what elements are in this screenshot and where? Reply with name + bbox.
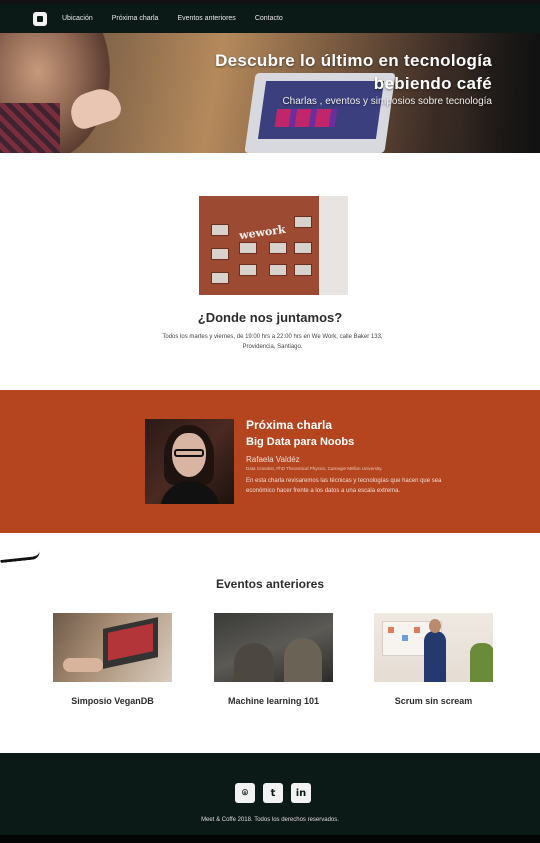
building-window — [239, 264, 257, 276]
sticky-note — [388, 627, 394, 633]
speaker-photo — [145, 419, 234, 504]
pen-mark — [0, 550, 41, 564]
building-window — [211, 224, 229, 236]
next-talk-title: Big Data para Noobs — [246, 436, 355, 448]
nav-link-proxima-charla[interactable]: Próxima charla — [112, 15, 159, 22]
hero-subtitle: Charlas , eventos y simposios sobre tecn… — [282, 96, 492, 107]
event-person-image — [470, 643, 493, 682]
event-person-image — [284, 638, 322, 682]
footer: ⌾ t in Meet & Coffe 2018. Todos los dere… — [0, 753, 540, 843]
event-laptop-image — [103, 617, 158, 669]
event-card[interactable]: Machine learning 101 — [214, 613, 333, 706]
building-window — [294, 264, 312, 276]
event-hand-image — [63, 658, 103, 672]
building-window — [211, 248, 229, 260]
event-image — [374, 613, 493, 682]
event-image — [53, 613, 172, 682]
event-card[interactable]: Simposio VeganDB — [53, 613, 172, 706]
building-window — [269, 264, 287, 276]
linkedin-icon[interactable]: in — [291, 783, 311, 803]
location-image: wework — [199, 196, 348, 295]
location-title: ¿Donde nos juntamos? — [197, 310, 343, 325]
building-window — [269, 242, 287, 254]
building-window — [211, 272, 229, 284]
location-text: Todos los martes y viernes, de 19:00 hrs… — [162, 334, 383, 350]
speaker-body — [160, 481, 220, 504]
event-image — [214, 613, 333, 682]
hero-title: Descubre lo último en tecnología bebiend… — [215, 51, 492, 93]
event-title[interactable]: Machine learning 101 — [214, 696, 333, 706]
social-links: ⌾ t in — [235, 783, 319, 803]
hero-shirt-image — [0, 103, 60, 153]
event-title[interactable]: Scrum sin scream — [374, 696, 493, 706]
twitter-glyph: t — [270, 787, 276, 799]
event-person-image — [234, 643, 274, 682]
coffee-cup-icon[interactable] — [33, 11, 47, 26]
nav-links: Ubicación Próxima charla Eventos anterio… — [62, 15, 302, 22]
speaker-glasses — [174, 449, 204, 457]
linkedin-glyph: in — [295, 787, 307, 799]
next-talk-section: Próxima charla Big Data para Noobs Rafae… — [0, 390, 540, 533]
event-person-image — [424, 619, 446, 682]
github-glyph: ⌾ — [242, 787, 248, 799]
building-window — [294, 216, 312, 228]
event-card[interactable]: Scrum sin scream — [374, 613, 493, 706]
sticky-note — [414, 627, 420, 633]
next-talk-label: Próxima charla — [246, 418, 333, 432]
nav-link-eventos-anteriores[interactable]: Eventos anteriores — [177, 15, 235, 22]
past-events-title: Eventos anteriores — [215, 577, 325, 591]
hero-banner: Descubre lo último en tecnología bebiend… — [0, 33, 540, 153]
speaker-name: Rafaela Valdéz — [246, 455, 300, 464]
next-talk-description: En esta charla revisaremos las técnicas … — [246, 478, 442, 494]
event-title[interactable]: Simposio VeganDB — [53, 696, 172, 706]
nav-link-contacto[interactable]: Contacto — [255, 15, 283, 22]
sticky-note — [402, 635, 408, 641]
copyright-text: Meet & Coffe 2018. Todos los derechos re… — [201, 817, 339, 823]
github-icon[interactable]: ⌾ — [235, 783, 255, 803]
building-window — [239, 242, 257, 254]
building-window — [294, 242, 312, 254]
top-navbar: Ubicación Próxima charla Eventos anterio… — [0, 0, 540, 33]
speaker-credentials: Data Scientist, PhD Theoretical Physics,… — [246, 466, 383, 471]
twitter-icon[interactable]: t — [263, 783, 283, 803]
nav-link-ubicacion[interactable]: Ubicación — [62, 15, 93, 22]
